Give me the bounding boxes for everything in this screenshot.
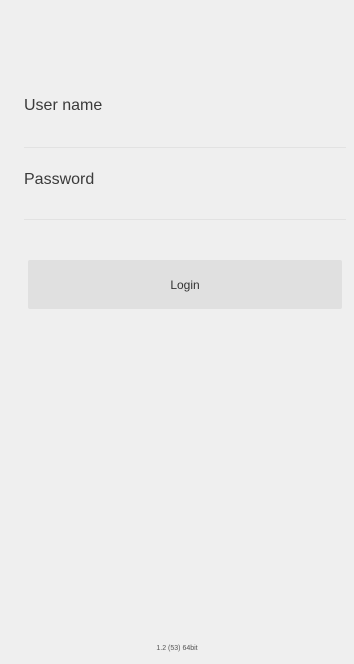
version-label: 1.2 (53) 64bit xyxy=(156,645,198,652)
login-button[interactable]: Login xyxy=(28,260,342,309)
username-field[interactable] xyxy=(24,92,346,148)
login-screen: Login 1.2 (53) 64bit xyxy=(0,0,354,664)
password-field[interactable] xyxy=(24,166,346,220)
